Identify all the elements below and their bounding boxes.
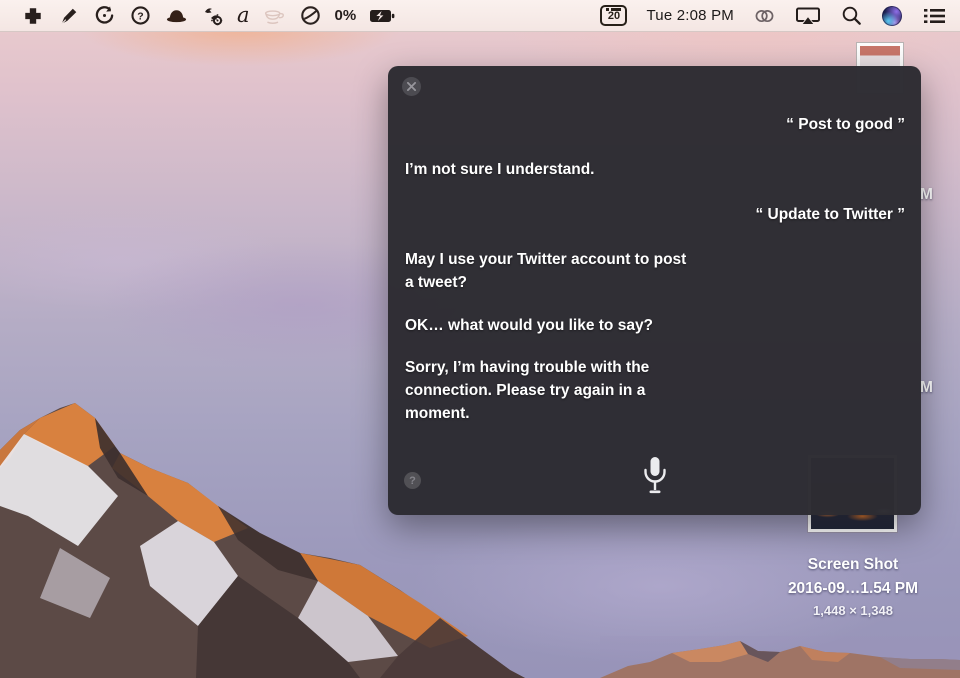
- menu-bar-clock[interactable]: Tue 2:08 PM: [646, 7, 734, 24]
- battery-percent-label: 0%: [334, 7, 357, 24]
- close-button[interactable]: [402, 77, 421, 96]
- user-transcript: “ Post to good ”: [786, 116, 905, 133]
- siri-window: “ Post to good ” I’m not sure I understa…: [388, 66, 921, 515]
- pen-icon[interactable]: [57, 4, 80, 27]
- spotlight-icon[interactable]: [840, 4, 863, 27]
- coffee-cup-icon[interactable]: [263, 4, 286, 27]
- svg-text:?: ?: [137, 10, 143, 22]
- desktop-icon-label-partial[interactable]: M: [920, 186, 933, 204]
- siri-response: I’m not sure I understand.: [405, 161, 595, 178]
- history-icon[interactable]: [93, 4, 116, 27]
- close-icon: [407, 82, 416, 91]
- menu-bar: ? a 0% 20 Tue 2:08 PM: [0, 0, 960, 32]
- battery-charging-icon[interactable]: [369, 4, 396, 27]
- desktop-icon-label[interactable]: Screen Shot 2016-09…1.54 PM 1,448 × 1,34…: [758, 553, 948, 620]
- help-button[interactable]: ?: [404, 472, 421, 489]
- script-a-icon[interactable]: a: [237, 5, 250, 26]
- file-name-line1: Screen Shot: [807, 556, 899, 573]
- linked-rings-icon[interactable]: [753, 4, 776, 27]
- menu-bar-right-group: 20 Tue 2:08 PM: [600, 4, 947, 27]
- bowler-hat-icon[interactable]: [165, 4, 188, 27]
- desktop-icon-label-partial[interactable]: M: [920, 379, 933, 397]
- menu-bar-left-group: ? a 0%: [21, 4, 396, 27]
- airplay-icon[interactable]: [795, 4, 821, 27]
- microphone-button[interactable]: [638, 454, 672, 502]
- circle-chord-icon[interactable]: [299, 4, 322, 27]
- desktop: M M Screen Shot 2016-09…1.54 PM 1,448 × …: [0, 0, 960, 678]
- microphone-icon: [643, 457, 666, 494]
- circled-question-icon[interactable]: ?: [129, 4, 152, 27]
- plus-icon[interactable]: [21, 4, 44, 27]
- file-dimensions: 1,448 × 1,348: [813, 603, 893, 618]
- calendar-icon[interactable]: 20: [600, 5, 628, 26]
- automation-gear-icon[interactable]: [201, 4, 224, 27]
- file-name-line2: 2016-09…1.54 PM: [787, 580, 919, 597]
- siri-icon[interactable]: [882, 5, 902, 26]
- siri-response: OK… what would you like to say?: [405, 317, 654, 334]
- notification-list-icon[interactable]: [921, 4, 947, 27]
- siri-response: Sorry, I’m having trouble with the conne…: [405, 359, 650, 422]
- calendar-day-label: 20: [607, 9, 621, 22]
- siri-response: May I use your Twitter account to post a…: [405, 251, 687, 291]
- user-transcript: “ Update to Twitter ”: [755, 206, 905, 223]
